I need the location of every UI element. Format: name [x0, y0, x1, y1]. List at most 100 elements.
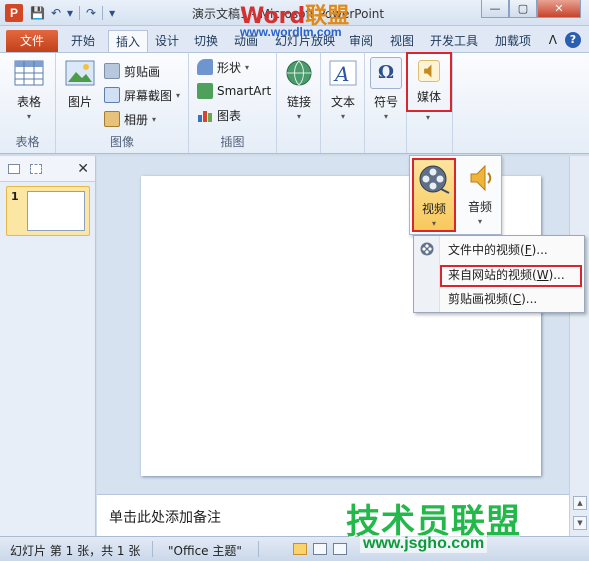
maximize-button[interactable]: ▢	[509, 0, 537, 18]
text-button[interactable]: A 文本 ▾	[325, 57, 361, 121]
screenshot-dropdown-icon: ▾	[176, 90, 181, 100]
video-label: 视频	[421, 202, 446, 216]
menu-item-accesskey: C	[512, 292, 522, 306]
group-text: A 文本 ▾	[321, 53, 365, 153]
clipart-icon	[104, 63, 120, 79]
symbols-button[interactable]: Ω 符号 ▾	[368, 57, 404, 121]
photo-album-label: 相册	[124, 112, 149, 127]
collapse-ribbon-icon[interactable]: ᐱ	[549, 33, 557, 47]
media-speaker-icon	[418, 60, 440, 82]
tab-transitions[interactable]: 切换	[187, 30, 225, 52]
screenshot-label: 屏幕截图	[124, 88, 173, 103]
notes-placeholder: 单击此处添加备注	[109, 510, 221, 526]
photo-album-button[interactable]: 相册 ▾	[104, 109, 156, 129]
symbols-dropdown-icon: ▾	[383, 112, 388, 121]
undo-dropdown-icon[interactable]: ▾	[67, 6, 73, 20]
clipart-label: 剪贴画	[124, 64, 161, 79]
picture-button-label: 图片	[67, 95, 92, 109]
tab-addins[interactable]: 加载项	[488, 30, 538, 52]
quick-access-toolbar: 💾 ↶ ▾ ↷ ▾	[30, 4, 115, 22]
menu-item-tail: )...	[531, 243, 548, 257]
menu-item-clipart-video[interactable]: 剪贴画视频(C)...	[448, 289, 537, 309]
screenshot-button[interactable]: 屏幕截图 ▾	[104, 85, 180, 105]
group-links: 链接 ▾	[277, 53, 321, 153]
slide-thumbnail[interactable]	[27, 191, 85, 231]
picture-button[interactable]: 图片	[62, 57, 98, 110]
slides-pane: ✕ 1	[0, 156, 96, 536]
shapes-label: 形状	[217, 60, 242, 75]
close-button[interactable]: ✕	[537, 0, 581, 18]
table-icon	[14, 60, 44, 86]
reading-view-icon[interactable]	[333, 543, 347, 555]
slide-sorter-view-icon[interactable]	[313, 543, 327, 555]
vertical-scrollbar[interactable]: ▲ ▼	[569, 156, 589, 536]
menu-item-accesskey: W	[536, 268, 549, 282]
media-dropdown-icon: ▾	[426, 113, 431, 122]
redo-icon[interactable]: ↷	[86, 6, 96, 20]
group-label-images: 图像	[109, 135, 134, 149]
menu-item-tail: )...	[548, 268, 565, 282]
photo-album-icon	[104, 111, 120, 127]
table-button-label: 表格	[16, 95, 41, 109]
tab-developer[interactable]: 开发工具	[423, 30, 485, 52]
links-button[interactable]: 链接 ▾	[281, 57, 317, 121]
speaker-icon	[470, 164, 492, 192]
shapes-button[interactable]: 形状 ▾	[197, 57, 249, 77]
scroll-up-icon[interactable]: ▲	[573, 496, 587, 510]
menu-item-label: 剪贴画视频(	[448, 292, 513, 306]
audio-button[interactable]: 音频 ▾	[458, 158, 502, 232]
qat-divider	[79, 6, 81, 20]
qat-divider	[102, 6, 104, 20]
tab-view[interactable]: 视图	[383, 30, 421, 52]
slide-thumbnail-row[interactable]: 1	[6, 186, 90, 236]
shapes-icon	[197, 59, 213, 75]
clipart-button[interactable]: 剪贴画	[104, 61, 160, 81]
minimize-button[interactable]: —	[481, 0, 509, 18]
tab-insert[interactable]: 插入	[108, 30, 149, 52]
undo-icon[interactable]: ↶	[51, 6, 61, 20]
customize-qat-icon[interactable]: ▾	[109, 6, 115, 20]
group-symbols: Ω 符号 ▾	[365, 53, 407, 153]
help-icon[interactable]: ?	[565, 32, 581, 48]
menu-item-video-from-file[interactable]: 文件中的视频(F)...	[448, 240, 548, 260]
media-button[interactable]: 媒体	[406, 52, 452, 112]
chart-button[interactable]: 图表	[197, 105, 241, 125]
group-illustrations: 形状 ▾ SmartArt 图表 插图	[189, 53, 277, 153]
tab-file[interactable]: 文件	[6, 30, 58, 52]
normal-view-icon[interactable]	[293, 543, 307, 555]
picture-icon	[65, 60, 95, 86]
menu-item-video-from-website[interactable]: 来自网站的视频(W)...	[448, 265, 565, 285]
media-dropdown-panel: 视频 ▾ 音频 ▾	[409, 155, 502, 235]
photo-album-dropdown-icon: ▾	[152, 114, 157, 124]
close-pane-icon[interactable]: ✕	[77, 161, 89, 177]
film-reel-icon	[419, 165, 450, 194]
tab-design[interactable]: 设计	[148, 30, 186, 52]
status-divider	[258, 541, 259, 557]
globe-link-icon	[286, 60, 312, 86]
slides-pane-tabs: ✕	[0, 156, 95, 182]
chart-icon	[198, 111, 212, 122]
powerpoint-app-icon[interactable]: P	[5, 4, 23, 22]
jsgho-watermark-url: www.jsgho.com	[360, 535, 488, 553]
audio-dropdown-icon: ▾	[477, 217, 482, 226]
tabbar-right: ᐱ ?	[549, 32, 581, 48]
text-label: 文本	[330, 95, 355, 109]
save-icon[interactable]: 💾	[30, 6, 45, 20]
tab-home[interactable]: 开始	[64, 30, 102, 52]
menu-item-label: 文件中的视频(	[448, 243, 525, 257]
title-bar: P 💾 ↶ ▾ ↷ ▾ 演示文稿1 - Microsoft PowerPoint…	[0, 0, 589, 29]
smartart-button[interactable]: SmartArt	[197, 81, 271, 101]
slides-tab-icon[interactable]	[8, 163, 20, 174]
menu-item-accesskey: F	[524, 243, 532, 257]
group-label-illustrations: 插图	[220, 135, 245, 149]
video-button[interactable]: 视频 ▾	[412, 158, 456, 232]
smartart-icon	[197, 83, 213, 99]
table-button[interactable]: 表格 ▾	[10, 57, 48, 121]
tab-review[interactable]: 审阅	[342, 30, 380, 52]
scroll-down-icon[interactable]: ▼	[573, 516, 587, 530]
group-media: 媒体 ▾	[406, 52, 453, 153]
outline-tab-icon[interactable]	[30, 163, 42, 174]
menu-item-tail: )...	[521, 292, 538, 306]
window-controls: — ▢ ✕	[481, 0, 581, 18]
slide-count-status: 幻灯片 第 1 张，共 1 张	[10, 544, 141, 558]
